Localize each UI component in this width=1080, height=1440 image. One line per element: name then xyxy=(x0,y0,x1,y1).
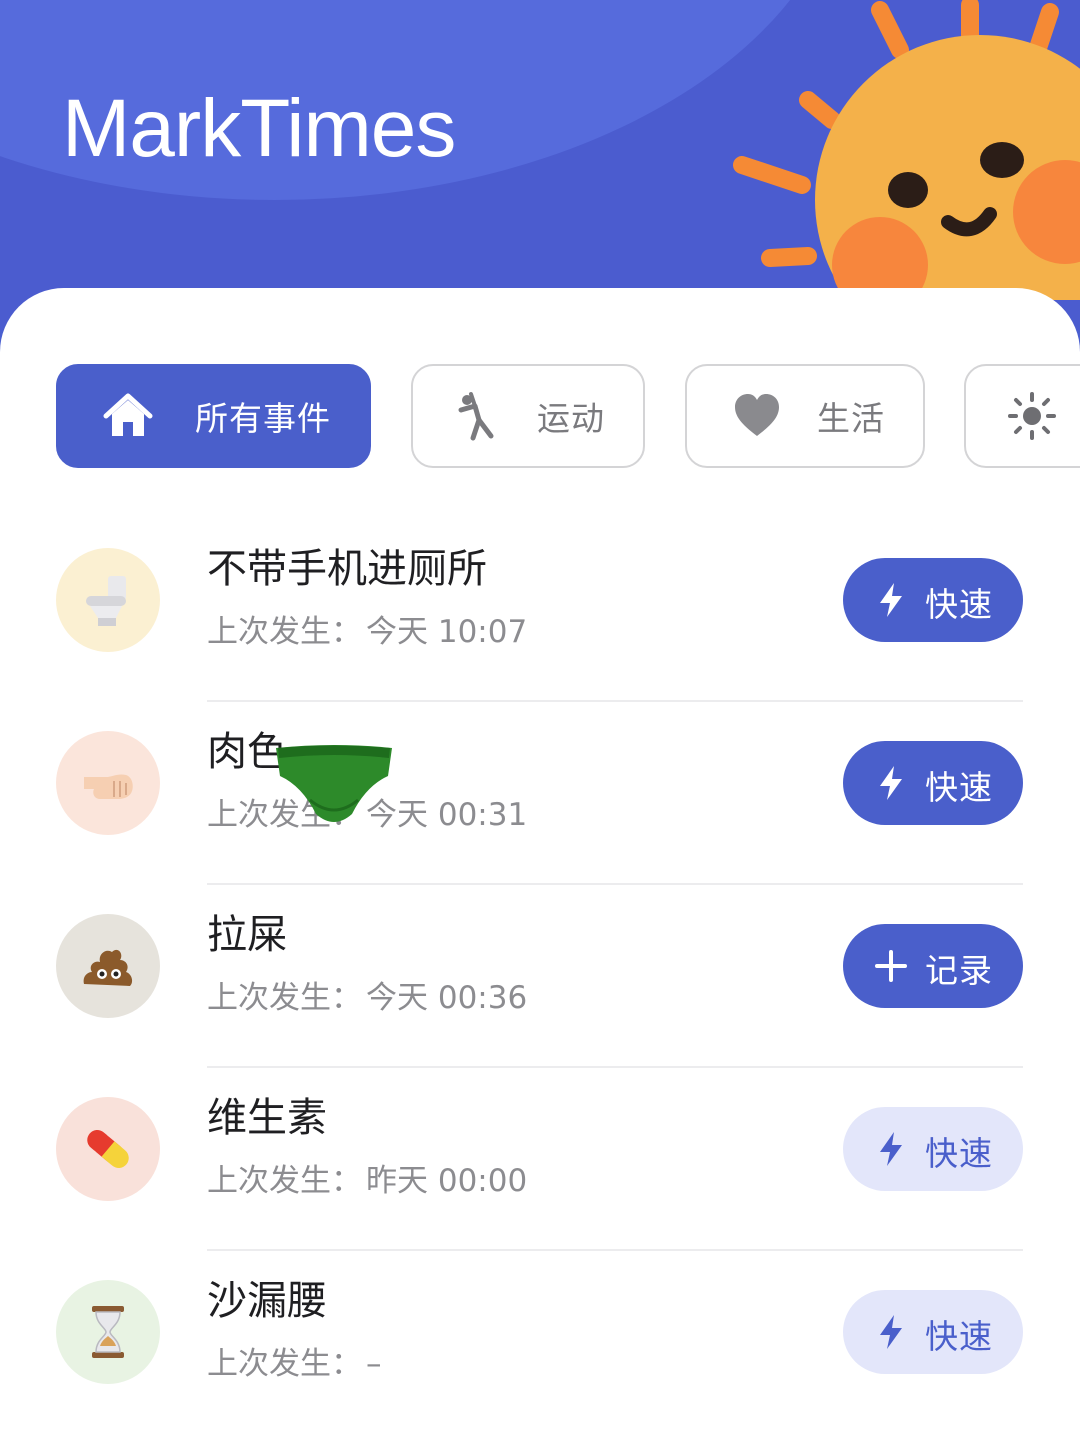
event-title: 拉屎 xyxy=(207,912,287,958)
fist-icon xyxy=(84,774,133,799)
event-last-occurrence: 上次发生： 今天 00:36 xyxy=(207,972,527,1017)
record-button-label: 记录 xyxy=(925,952,993,989)
quick-button[interactable]: 快速 xyxy=(843,558,1023,642)
quick-button-label: 快速 xyxy=(925,1318,993,1355)
last-value: – xyxy=(366,1346,382,1382)
lightning-icon xyxy=(880,766,902,800)
event-avatar xyxy=(56,1280,160,1384)
quick-button-label: 快速 xyxy=(925,769,993,806)
last-label: 上次发生： xyxy=(207,980,362,1016)
tab-label: 生活 xyxy=(817,399,885,438)
lightning-icon xyxy=(880,583,902,617)
event-row[interactable]: 沙漏腰 上次发生： – 快速 xyxy=(0,1250,1080,1433)
event-avatar xyxy=(56,731,160,835)
green-underwear-sticker-icon xyxy=(276,745,392,822)
event-row[interactable]: 拉屎 上次发生： 今天 00:36 记录 xyxy=(0,884,1080,1068)
stretch-icon xyxy=(458,392,494,441)
event-row[interactable]: 肉色 上次发生： 今天 00:31 快速 xyxy=(0,701,1080,885)
quick-button[interactable]: 快速 xyxy=(843,1107,1023,1191)
quick-button-label: 快速 xyxy=(925,586,993,623)
event-title: 不带手机进厕所 xyxy=(207,546,487,592)
tab-label: 运动 xyxy=(537,399,605,438)
home-icon xyxy=(103,393,153,436)
poop-icon xyxy=(83,949,133,986)
record-button[interactable]: 记录 xyxy=(843,924,1023,1008)
event-avatar xyxy=(56,914,160,1018)
header: MarkTimes xyxy=(0,0,1080,330)
event-last-occurrence: 上次发生： 今天 10:07 xyxy=(207,606,527,651)
quick-button[interactable]: 快速 xyxy=(843,1290,1023,1374)
event-title: 维生素 xyxy=(207,1095,327,1141)
tab-label: 所有事件 xyxy=(195,399,331,438)
event-avatar xyxy=(56,1097,160,1201)
last-value: 今天 10:07 xyxy=(366,614,528,650)
sun-icon xyxy=(1008,392,1056,440)
tab-all-events[interactable]: 所有事件 xyxy=(56,364,371,468)
hourglass-icon xyxy=(92,1306,124,1358)
pill-icon xyxy=(87,1130,129,1168)
app-title: MarkTimes xyxy=(62,83,456,174)
last-label: 上次发生： xyxy=(207,1346,362,1382)
plus-icon xyxy=(875,950,907,982)
lightning-icon xyxy=(880,1315,902,1349)
event-avatar xyxy=(56,548,160,652)
quick-button[interactable]: 快速 xyxy=(843,741,1023,825)
tab-life[interactable]: 生活 xyxy=(685,364,925,468)
last-label: 上次发生： xyxy=(207,614,362,650)
last-value: 昨天 00:00 xyxy=(366,1163,528,1199)
tab-weather[interactable] xyxy=(964,364,1080,468)
last-value: 今天 00:36 xyxy=(366,980,528,1016)
event-title: 沙漏腰 xyxy=(207,1278,327,1324)
toilet-icon xyxy=(86,576,126,626)
lightning-icon xyxy=(880,1132,902,1166)
heart-icon xyxy=(735,394,779,436)
event-last-occurrence: 上次发生： 昨天 00:00 xyxy=(207,1155,527,1200)
quick-button-label: 快速 xyxy=(925,1135,993,1172)
event-last-occurrence: 上次发生： – xyxy=(207,1338,382,1383)
last-label: 上次发生： xyxy=(207,1163,362,1199)
tab-sports[interactable]: 运动 xyxy=(411,364,645,468)
event-row[interactable]: 不带手机进厕所 上次发生： 今天 10:07 快速 xyxy=(0,518,1080,702)
sun-illustration-icon xyxy=(733,0,1080,300)
event-row[interactable]: 维生素 上次发生： 昨天 00:00 快速 xyxy=(0,1067,1080,1251)
